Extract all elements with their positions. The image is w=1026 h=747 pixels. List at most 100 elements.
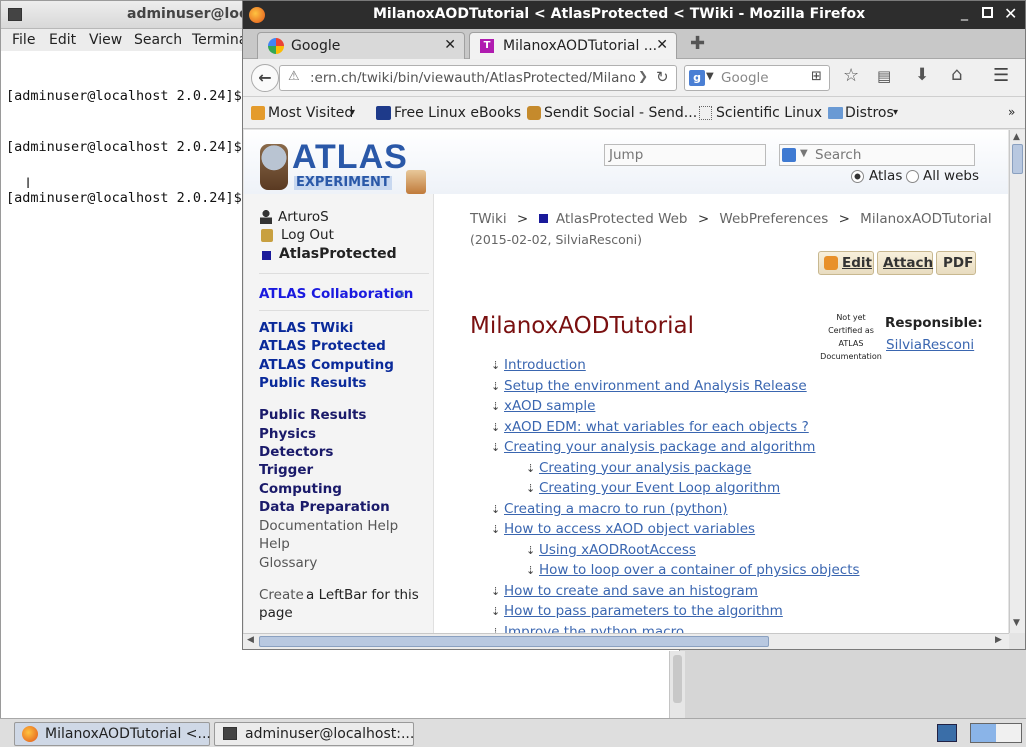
workspace-switcher-icon[interactable] (970, 723, 1022, 743)
sidebar-item-atlas-computing[interactable]: ATLAS Computing (259, 357, 394, 373)
close-tab-icon[interactable]: ✕ (656, 37, 668, 53)
page-horizontal-scrollbar[interactable]: ◀ ▶ (243, 633, 1009, 649)
bookmark-sendit[interactable]: Sendit Social - Send... (544, 105, 697, 121)
sidebar-item-glossary[interactable]: Glossary (259, 555, 317, 571)
sidebar-item-public-results-2[interactable]: Public Results (259, 407, 366, 423)
toc-link[interactable]: xAOD EDM: what variables for each object… (504, 419, 809, 435)
terminal-icon (223, 727, 237, 740)
reload-icon[interactable]: ↻ (656, 68, 669, 86)
toc-link[interactable]: xAOD sample (504, 398, 595, 414)
minimize-icon[interactable]: _ (961, 5, 968, 21)
bookmark-scientific-linux[interactable]: Scientific Linux (716, 105, 822, 121)
create-leftbar-link[interactable]: Create (259, 587, 304, 603)
toc-link[interactable]: How to loop over a container of physics … (539, 562, 860, 578)
bookmark-distros[interactable]: Distros (845, 105, 894, 121)
search-bar[interactable]: g ▼ Google ⊞ (684, 65, 830, 91)
reading-list-icon[interactable]: ▤ (877, 67, 891, 85)
binoculars-icon[interactable]: ⊞ (811, 69, 822, 84)
toc-link[interactable]: Setup the environment and Analysis Relea… (504, 378, 807, 394)
toc-arrow-icon: ⇣ (526, 461, 536, 475)
scroll-down-icon[interactable]: ▼ (1013, 618, 1020, 628)
sidebar-item-physics[interactable]: Physics (259, 426, 316, 442)
tab-milanoxaod[interactable]: T MilanoxAODTutorial ... ✕ (469, 32, 677, 60)
close-icon[interactable]: ✕ (1004, 4, 1017, 23)
toc-link[interactable]: Using xAODRootAccess (539, 542, 696, 558)
show-desktop-icon[interactable] (937, 724, 957, 742)
taskbar-label: adminuser@localhost:... (245, 726, 415, 742)
toc-link[interactable]: How to create and save an histogram (504, 583, 758, 599)
search-icon[interactable] (782, 148, 796, 162)
menu-edit[interactable]: Edit (49, 32, 76, 48)
toc-arrow-icon: ⇣ (491, 605, 501, 618)
radio-atlas[interactable] (851, 170, 864, 183)
scrollbar-thumb[interactable] (1012, 144, 1023, 174)
toc-link[interactable]: Improve the python macro (504, 624, 684, 634)
left-sidebar: ArturoS Log Out AtlasProtected ATLAS Col… (244, 194, 434, 633)
toc-link[interactable]: How to pass parameters to the algorithm (504, 603, 783, 619)
maximize-icon[interactable] (982, 7, 993, 18)
terminal-scrollbar[interactable] (669, 651, 685, 719)
toc-link[interactable]: How to access xAOD object variables (504, 521, 755, 537)
tab-bar: Google ✕ T MilanoxAODTutorial ... ✕ ✚ (243, 29, 1025, 60)
sidebar-item-data-preparation[interactable]: Data Preparation (259, 499, 390, 515)
sidebar-item-help[interactable]: Help (259, 536, 290, 552)
taskbar-item-terminal[interactable]: adminuser@localhost:... (214, 722, 414, 746)
sidebar-item-detectors[interactable]: Detectors (259, 444, 333, 460)
folder-icon (828, 107, 843, 119)
toc-arrow-icon: ⇣ (491, 420, 501, 434)
toc-arrow-icon: ⇣ (491, 400, 501, 413)
terminal-output[interactable]: [adminuser@localhost 2.0.24]$ [adminuser… (6, 54, 242, 241)
scroll-left-icon[interactable]: ◀ (247, 635, 254, 645)
tab-google[interactable]: Google ✕ (257, 32, 465, 59)
bookmark-most-visited[interactable]: Most Visited (268, 105, 353, 121)
open-menu-icon[interactable]: ☰ (993, 65, 1009, 86)
info-icon: ⚠ (288, 69, 300, 84)
logout-link[interactable]: Log Out (281, 227, 334, 243)
atlas-collaboration-link[interactable]: ATLAS Collaboration (259, 286, 413, 302)
firefox-titlebar[interactable]: MilanoxAODTutorial < AtlasProtected < TW… (243, 1, 1025, 29)
search-input: Google (721, 70, 769, 86)
sidebar-item-documentation-help[interactable]: Documentation Help (259, 518, 398, 534)
chevron-right-icon[interactable]: » (1008, 105, 1015, 119)
sidebar-item-atlas-protected[interactable]: ATLAS Protected (259, 338, 386, 354)
toc-link[interactable]: Creating a macro to run (python) (504, 501, 728, 517)
web-name[interactable]: AtlasProtected (279, 246, 397, 262)
menu-file[interactable]: File (12, 32, 35, 48)
text-cursor-icon: I (26, 176, 31, 192)
bookmark-free-linux-ebooks[interactable]: Free Linux eBooks (394, 105, 521, 121)
menu-view[interactable]: View (89, 32, 122, 48)
history-dropdown-icon[interactable]: ❯ (638, 69, 648, 83)
new-tab-icon[interactable]: ✚ (690, 33, 705, 54)
toc-link[interactable]: Creating your analysis package (539, 460, 751, 476)
twiki-search-input[interactable]: ▼ Search (779, 144, 975, 166)
twiki-favicon-icon: T (480, 39, 494, 53)
web-color-icon (262, 251, 271, 260)
jump-input[interactable]: Jump (604, 144, 766, 166)
toc-link[interactable]: Creating your analysis package and algor… (504, 439, 815, 455)
toc-link[interactable]: Introduction (504, 357, 586, 373)
sidebar-item-trigger[interactable]: Trigger (259, 462, 313, 478)
scroll-up-icon[interactable]: ▲ (1013, 132, 1020, 142)
scroll-right-icon[interactable]: ▶ (995, 635, 1002, 645)
sidebar-item-atlas-twiki[interactable]: ATLAS TWiki (259, 320, 353, 336)
user-name-link[interactable]: ArturoS (278, 209, 329, 225)
terminal-line: [adminuser@localhost 2.0.24]$ (6, 88, 242, 104)
radio-all-webs[interactable] (906, 170, 919, 183)
back-button[interactable]: ← (251, 64, 279, 92)
bookmark-star-icon[interactable]: ☆ (843, 65, 859, 86)
toc-link[interactable]: Creating your Event Loop algorithm (539, 480, 780, 496)
page-vertical-scrollbar[interactable]: ▲ ▼ (1009, 130, 1025, 633)
menu-search[interactable]: Search (134, 32, 182, 48)
sidebar-item-public-results[interactable]: Public Results (259, 375, 366, 391)
sidebar-item-computing[interactable]: Computing (259, 481, 342, 497)
external-link-icon: ⧉ (397, 289, 405, 300)
close-tab-icon[interactable]: ✕ (444, 37, 456, 53)
user-icon (260, 210, 272, 224)
url-bar[interactable]: ⚠ :ern.ch/twiki/bin/viewauth/AtlasProtec… (279, 65, 677, 91)
taskbar-item-firefox[interactable]: MilanoxAODTutorial <... (14, 722, 211, 746)
atlas-logo-text[interactable]: ATLAS (292, 140, 408, 174)
downloads-icon[interactable]: ⬇ (915, 65, 929, 85)
scrollbar-thumb[interactable] (259, 636, 769, 647)
home-icon[interactable]: ⌂ (951, 64, 962, 85)
google-search-engine-icon[interactable]: g (689, 70, 705, 86)
